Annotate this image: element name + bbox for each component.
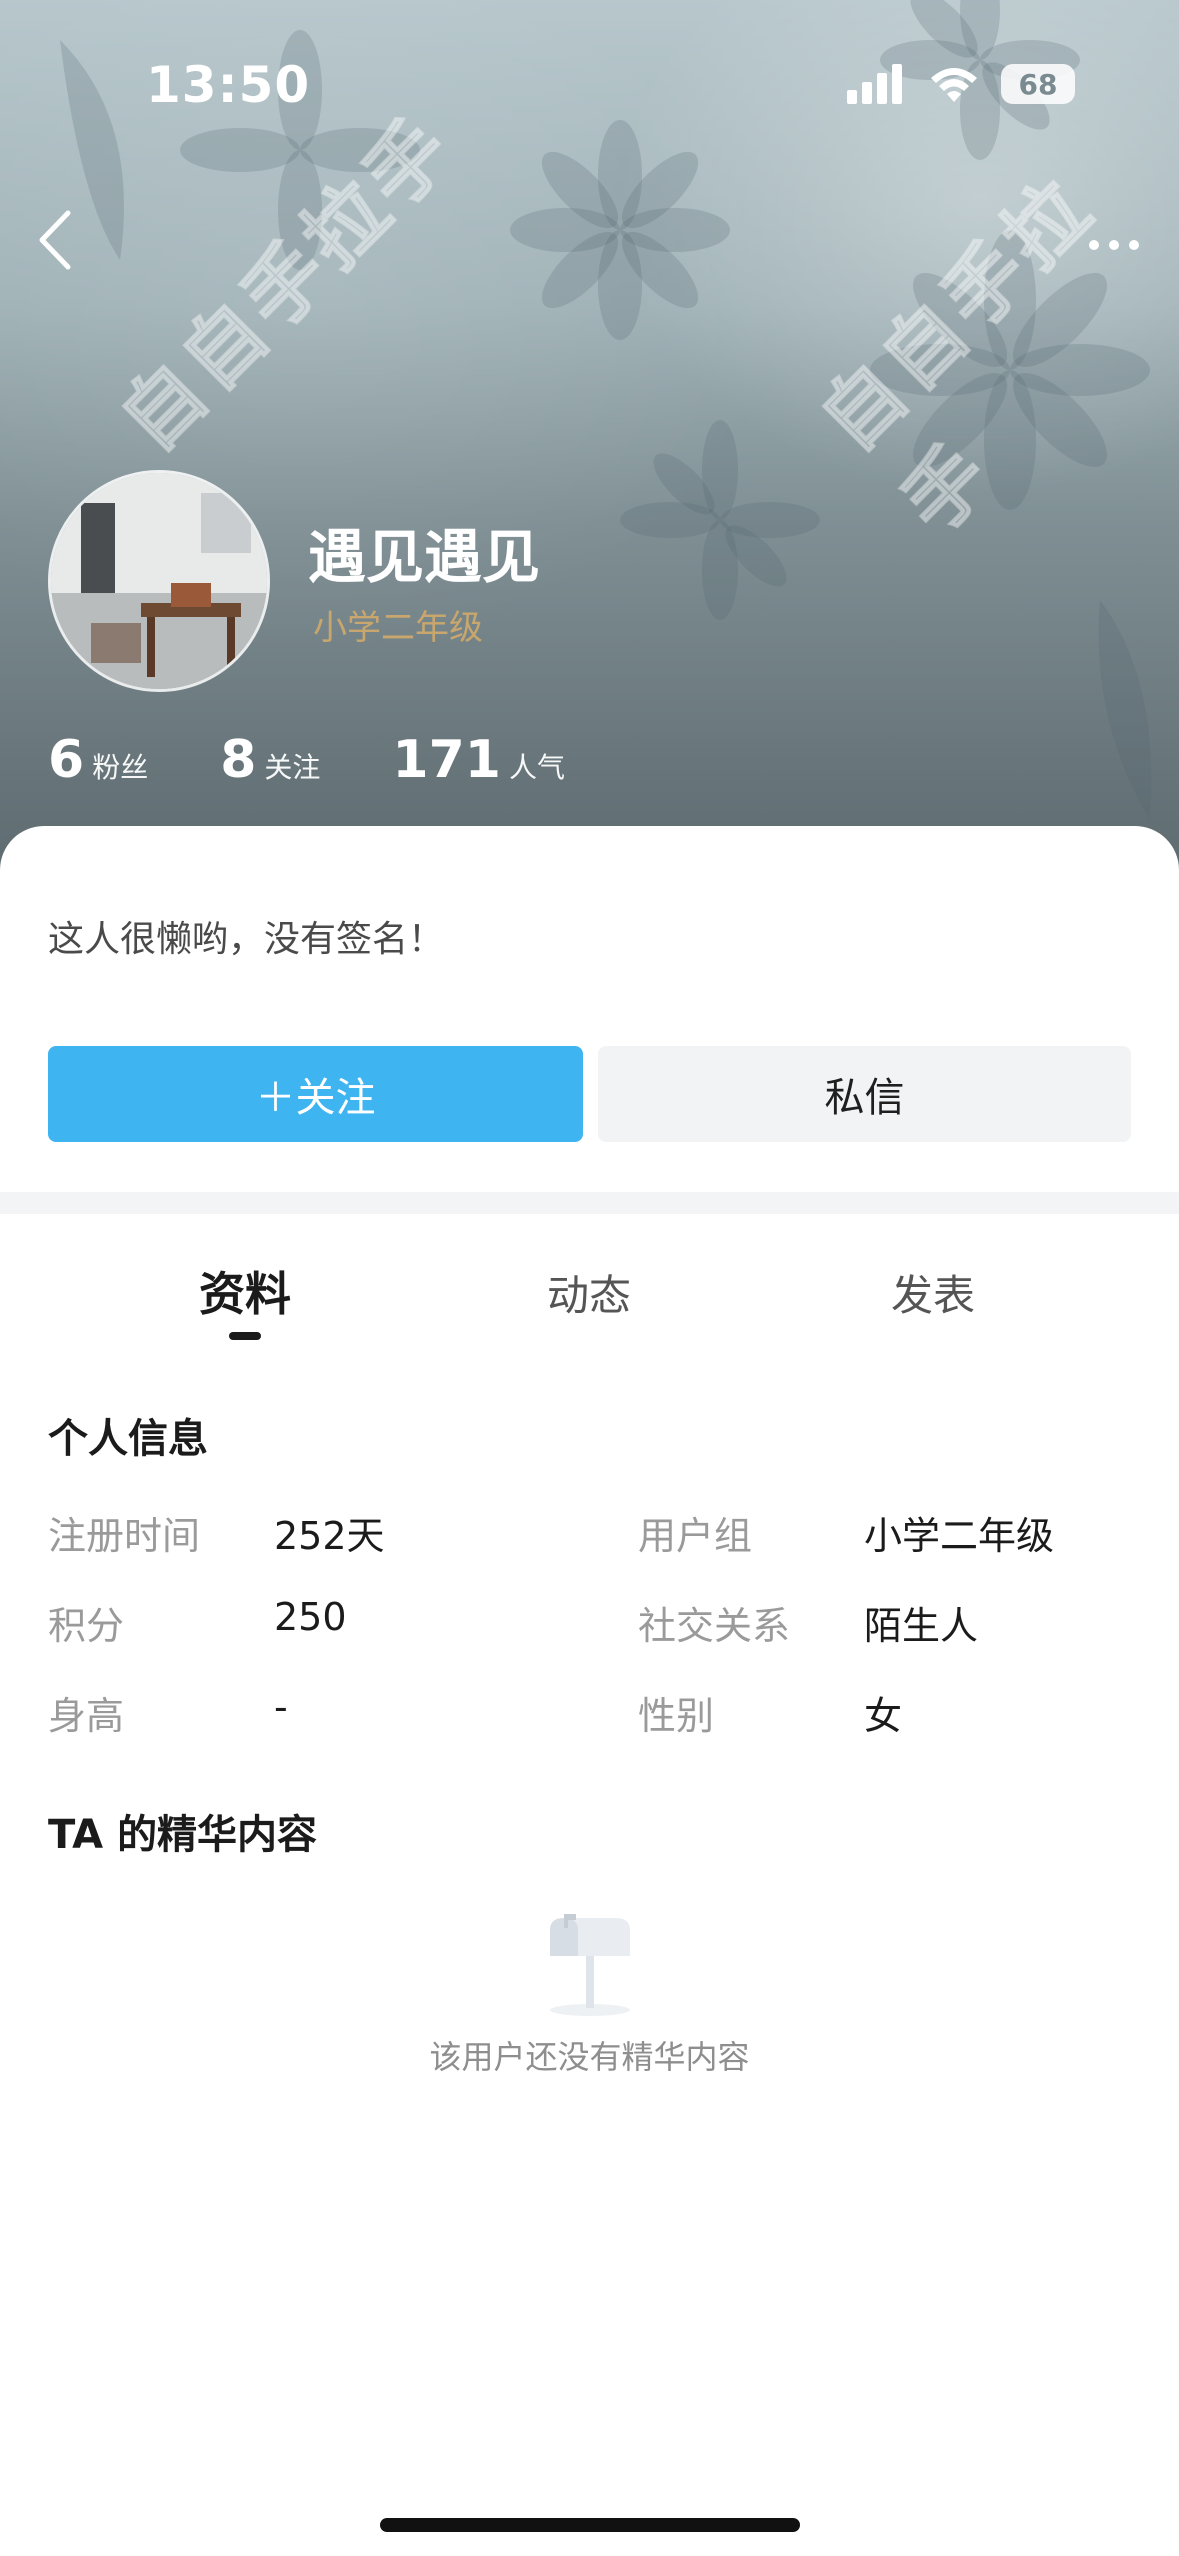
stat-popularity-label: 人气 xyxy=(508,751,565,784)
more-horizontal-icon xyxy=(1089,240,1139,250)
stat-following-count: 8 xyxy=(220,730,257,790)
tab-profile-info[interactable]: 资料 xyxy=(199,1258,291,1324)
tab-posts[interactable]: 发表 xyxy=(891,1262,975,1323)
chevron-left-icon xyxy=(39,210,71,270)
info-key-gender: 性别 xyxy=(638,1694,715,1738)
message-button[interactable]: 私信 xyxy=(598,1046,1131,1142)
status-time: 13:50 xyxy=(146,56,311,114)
stat-fans[interactable]: 6 粉丝 xyxy=(48,730,148,790)
avatar-photo xyxy=(51,473,267,689)
info-key-relationship: 社交关系 xyxy=(638,1604,791,1648)
empty-featured-text: 该用户还没有精华内容 xyxy=(429,2038,750,2076)
info-value-gender: 女 xyxy=(864,1694,903,1738)
back-button[interactable] xyxy=(30,205,80,275)
wifi-icon xyxy=(931,68,977,102)
stat-popularity: 171 人气 xyxy=(392,730,565,790)
featured-content-title: TA 的精华内容 xyxy=(48,1812,318,1858)
personal-info-title: 个人信息 xyxy=(48,1416,208,1462)
avatar[interactable] xyxy=(48,470,270,692)
cellular-signal-icon xyxy=(847,64,902,104)
more-options-button[interactable] xyxy=(1079,225,1149,265)
info-value-register-time: 252天 xyxy=(274,1514,385,1558)
home-indicator[interactable] xyxy=(380,2518,800,2532)
status-icons: 68 xyxy=(847,64,1075,104)
info-key-points: 积分 xyxy=(48,1604,125,1648)
follow-button[interactable]: ＋关注 xyxy=(48,1046,583,1142)
active-tab-indicator xyxy=(229,1332,261,1340)
profile-stats: 6 粉丝 8 关注 171 人气 xyxy=(48,730,637,790)
info-key-height: 身高 xyxy=(48,1694,125,1738)
info-value-relationship: 陌生人 xyxy=(864,1604,979,1648)
tab-activity[interactable]: 动态 xyxy=(547,1262,631,1323)
info-value-height: - xyxy=(274,1685,288,1729)
section-divider xyxy=(0,1192,1179,1214)
user-group-badge: 小学二年级 xyxy=(313,608,483,648)
stat-fans-label: 粉丝 xyxy=(92,751,149,784)
stat-following-label: 关注 xyxy=(264,751,321,784)
empty-mailbox-icon xyxy=(530,1910,650,2020)
info-value-points: 250 xyxy=(274,1595,347,1639)
signature-text: 这人很懒哟，没有签名！ xyxy=(48,919,445,960)
stat-fans-count: 6 xyxy=(48,730,85,790)
battery-indicator: 68 xyxy=(1001,64,1075,104)
username: 遇见遇见 xyxy=(308,523,541,591)
stat-popularity-count: 171 xyxy=(392,730,501,790)
info-key-user-group: 用户组 xyxy=(638,1514,753,1558)
info-value-user-group: 小学二年级 xyxy=(864,1514,1055,1558)
stat-following[interactable]: 8 关注 xyxy=(220,730,320,790)
info-key-register-time: 注册时间 xyxy=(48,1514,201,1558)
